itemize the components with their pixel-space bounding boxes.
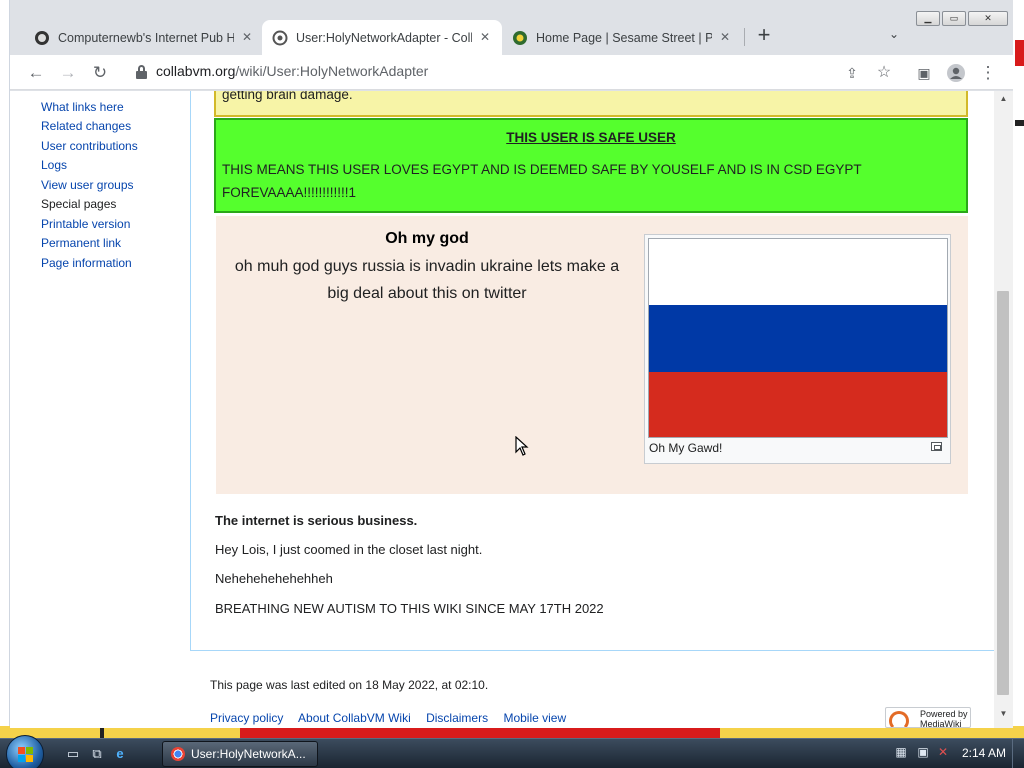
tray-volume-muted-icon[interactable]: ✕ (936, 745, 950, 759)
url-path: /wiki/User:HolyNetworkAdapter (235, 63, 429, 79)
taskbar-window-label: User:HolyNetworkA... (191, 747, 306, 761)
footer-link-about[interactable]: About CollabVM Wiki (298, 711, 411, 725)
tab-title: Home Page | Sesame Street | PBS (536, 30, 712, 45)
computernewb-favicon-icon (34, 30, 50, 46)
last-edited-text: This page was last edited on 18 May 2022… (210, 678, 489, 692)
close-tab-icon[interactable]: ✕ (718, 30, 732, 44)
show-desktop-quicklaunch-icon[interactable]: ▭ (64, 746, 82, 762)
tab-separator (744, 28, 745, 46)
body-line-3: BREATHING NEW AUTISM TO THIS WIKI SINCE … (215, 601, 604, 616)
userbox-peach: Oh my god oh muh god guys russia is inva… (216, 216, 968, 494)
scroll-up-arrow-icon[interactable]: ▲ (998, 94, 1009, 103)
sidebar-link-user-contributions[interactable]: User contributions (41, 139, 138, 153)
back-arrow-icon[interactable]: ← (24, 61, 48, 85)
russia-flag-image[interactable] (648, 238, 948, 438)
profile-avatar-icon[interactable] (944, 61, 968, 85)
tray-network-icon[interactable]: ▦ (894, 745, 908, 759)
show-desktop-button[interactable] (1012, 739, 1024, 768)
internet-explorer-icon[interactable]: e (111, 746, 129, 762)
address-bar[interactable]: collabvm.org/wiki/User:HolyNetworkAdapte… (156, 63, 428, 79)
share-icon[interactable]: ⇪ (840, 61, 864, 85)
tab-computernewb[interactable]: Computernewb's Internet Pub Ho ✕ (24, 20, 264, 55)
desktop-left-edge (0, 0, 10, 738)
peach-box-title: Oh my god (385, 230, 469, 247)
scroll-down-arrow-icon[interactable]: ▼ (998, 709, 1009, 718)
close-window-button[interactable]: ✕ (968, 11, 1008, 26)
menu-kebab-icon[interactable]: ⋮ (976, 61, 1000, 85)
sidebar-link-view-user-groups[interactable]: View user groups (41, 178, 134, 192)
chrome-icon (171, 747, 185, 761)
userbox-yellow: getting brain damage. (214, 91, 968, 117)
image-thumbnail[interactable]: Oh My Gawd! (644, 234, 951, 464)
lock-icon[interactable] (136, 65, 147, 79)
sidebar-link-printable-version[interactable]: Printable version (41, 217, 130, 231)
reload-icon[interactable]: ↻ (88, 61, 112, 85)
new-tab-button[interactable]: + (750, 24, 778, 48)
userbox-green: THIS USER IS SAFE USER THIS MEANS THIS U… (214, 118, 968, 213)
address-toolbar: ← → ↻ collabvm.org/wiki/User:HolyNetwork… (10, 55, 1013, 90)
sidebar-link-what-links-here[interactable]: What links here (41, 100, 124, 114)
collabvm-favicon-icon (272, 30, 288, 46)
mediawiki-logo-icon (889, 711, 909, 727)
sidebar-link-permanent-link[interactable]: Permanent link (41, 236, 121, 250)
tray-monitor-icon[interactable]: ▣ (916, 745, 930, 759)
browser-window: Computernewb's Internet Pub Ho ✕ User:Ho… (10, 0, 1013, 728)
taskbar-chrome-window[interactable]: User:HolyNetworkA... (162, 741, 318, 767)
close-tab-icon[interactable]: ✕ (240, 30, 254, 44)
footer-link-privacy-policy[interactable]: Privacy policy (210, 711, 283, 725)
tab-sesame-street[interactable]: Home Page | Sesame Street | PBS ✕ (502, 20, 742, 55)
tab-title: User:HolyNetworkAdapter - Colla (296, 30, 472, 45)
page-content: What links here Related changes User con… (10, 91, 1013, 728)
image-caption: Oh My Gawd! (649, 441, 723, 455)
body-line-2: Nehehehehehehheh (215, 571, 333, 586)
powered-by-mediawiki-badge[interactable]: Powered by MediaWiki (885, 707, 971, 728)
minimize-button[interactable]: ▁ (916, 11, 940, 26)
url-domain: collabvm.org (156, 63, 236, 79)
enlarge-icon[interactable] (931, 442, 942, 451)
body-bold-line: The internet is serious business. (215, 513, 418, 528)
body-line-1: Hey Lois, I just coomed in the closet la… (215, 542, 483, 557)
footer-link-disclaimers[interactable]: Disclaimers (426, 711, 488, 725)
sidebar-link-logs[interactable]: Logs (41, 158, 67, 172)
taskbar-clock[interactable]: 2:14 AM (962, 746, 1006, 760)
peach-box-text: oh muh god guys russia is invadin ukrain… (234, 258, 620, 302)
close-tab-icon[interactable]: ✕ (478, 30, 492, 44)
userbox-green-text: THIS MEANS THIS USER LOVES EGYPT AND IS … (222, 162, 862, 200)
side-panel-icon[interactable]: ▣ (912, 61, 936, 85)
bookmark-star-icon[interactable]: ☆ (872, 61, 896, 85)
tab-strip: Computernewb's Internet Pub Ho ✕ User:Ho… (10, 0, 1013, 55)
sidebar-link-related-changes[interactable]: Related changes (41, 119, 131, 133)
windows-logo-icon (18, 747, 34, 763)
powered-by-text: Powered by MediaWiki (920, 709, 968, 728)
userbox-green-title: THIS USER IS SAFE USER (506, 130, 676, 145)
maximize-button[interactable]: ▭ (942, 11, 966, 26)
tab-search-icon[interactable]: ⌄ (884, 27, 904, 47)
desktop-right-edge (1013, 0, 1024, 738)
scrollbar-thumb[interactable] (997, 291, 1009, 695)
tab-holynetworkadapter[interactable]: User:HolyNetworkAdapter - Colla ✕ (262, 20, 502, 55)
footer-links: Privacy policy About CollabVM Wiki Discl… (210, 711, 578, 725)
vertical-scrollbar[interactable]: ▲ ▼ (994, 91, 1013, 728)
switch-windows-quicklaunch-icon[interactable]: ⧉ (88, 746, 106, 762)
start-button[interactable] (6, 735, 44, 768)
pbs-favicon-icon (512, 30, 528, 46)
system-tray: ▦ ▣ ✕ (894, 745, 954, 763)
sidebar-link-special-pages[interactable]: Special pages (41, 197, 116, 211)
wiki-sidebar: What links here Related changes User con… (10, 91, 190, 728)
footer-link-mobile-view[interactable]: Mobile view (503, 711, 566, 725)
userbox-yellow-text: getting brain damage. (222, 91, 353, 102)
forward-arrow-icon[interactable]: → (56, 61, 80, 85)
sidebar-link-page-information[interactable]: Page information (41, 256, 132, 270)
taskbar: ▭ ⧉ e User:HolyNetworkA... ▦ ▣ ✕ 2:14 AM (0, 735, 1024, 768)
tab-title: Computernewb's Internet Pub Ho (58, 30, 234, 45)
